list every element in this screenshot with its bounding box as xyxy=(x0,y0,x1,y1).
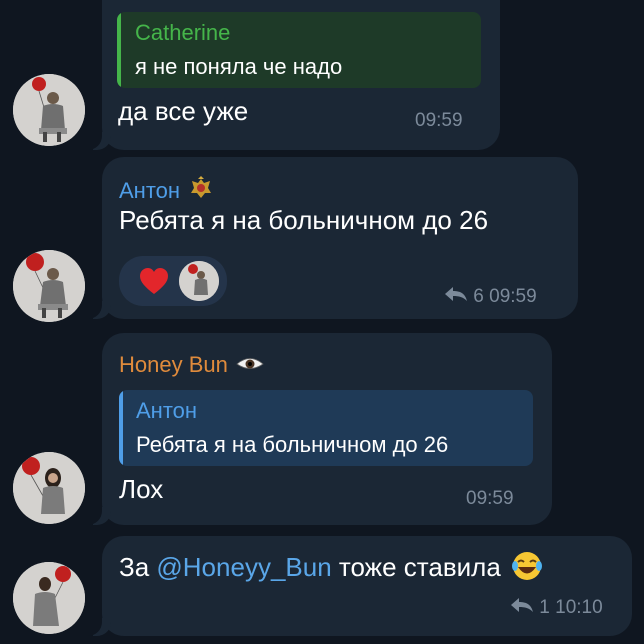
avatar[interactable] xyxy=(13,74,85,146)
reply-stripe xyxy=(117,12,121,88)
bubble-tail xyxy=(85,301,111,319)
message-text: Ребята я на больничном до 26 xyxy=(119,205,489,235)
message-time: 09:59 xyxy=(489,286,537,308)
reactions-pill[interactable] xyxy=(119,256,227,306)
replies-count[interactable]: 1 xyxy=(539,597,550,618)
red-heart-icon[interactable] xyxy=(139,268,169,301)
reply-sender: Catherine xyxy=(135,20,231,45)
avatar-photo xyxy=(13,74,85,146)
message-bubble[interactable]: За @Honeyy_Bun тоже ставила 1 10:10 xyxy=(85,536,632,636)
message-text-end: тоже ставила xyxy=(331,552,501,582)
reply-quote[interactable]: Антон Ребята я на больничном до 26 xyxy=(119,390,533,466)
avatar-photo xyxy=(13,562,85,634)
bubble-tail xyxy=(85,618,111,636)
message-time: 10:10 xyxy=(555,597,603,619)
bubble-tail xyxy=(85,507,111,525)
avatar[interactable] xyxy=(13,452,85,524)
sender-name-label: Антон xyxy=(119,178,181,203)
sender-name: Антон xyxy=(119,175,214,207)
bubble-tail xyxy=(85,132,111,150)
avatar-photo xyxy=(13,452,85,524)
message-bubble[interactable]: Антон Ребята я на больничном до 26 6 09:… xyxy=(85,157,578,319)
message-bubble[interactable]: Honey Bun Антон Ребята я на больничном д… xyxy=(85,333,552,525)
user-mention-link[interactable]: @Honeyy_Bun xyxy=(156,552,331,582)
sender-name: Honey Bun xyxy=(119,351,264,378)
reply-arrow-icon xyxy=(444,286,468,308)
message-text: За @Honeyy_Bun тоже ставила xyxy=(119,550,543,589)
reply-sender: Антон xyxy=(136,398,198,423)
avatar[interactable] xyxy=(13,562,85,634)
avatar-photo xyxy=(13,250,85,322)
eye-icon xyxy=(236,351,264,377)
replies-count[interactable]: 6 xyxy=(473,286,484,307)
avatar[interactable] xyxy=(13,250,85,322)
emblem-icon xyxy=(188,175,214,207)
laughing-face-icon xyxy=(511,550,543,589)
sender-name-label: Honey Bun xyxy=(119,352,228,377)
message-meta: 1 10:10 xyxy=(510,597,603,619)
message-time: 09:59 xyxy=(415,110,463,131)
message-bubble[interactable]: Catherine я не поняла че надо да все уже… xyxy=(85,0,500,150)
reply-arrow-icon xyxy=(510,597,534,619)
reply-quote[interactable]: Catherine я не поняла че надо xyxy=(117,12,481,88)
message-meta: 6 09:59 xyxy=(444,286,537,308)
message-time: 09:59 xyxy=(466,488,514,509)
message-text: да все уже xyxy=(118,96,249,126)
reply-text: я не поняла че надо xyxy=(135,54,343,79)
reply-text: Ребята я на больничном до 26 xyxy=(136,432,449,457)
reactor-avatar[interactable] xyxy=(179,261,219,301)
message-text-start: За xyxy=(119,552,157,582)
reply-stripe xyxy=(119,390,123,466)
message-text: Лох xyxy=(119,474,164,504)
